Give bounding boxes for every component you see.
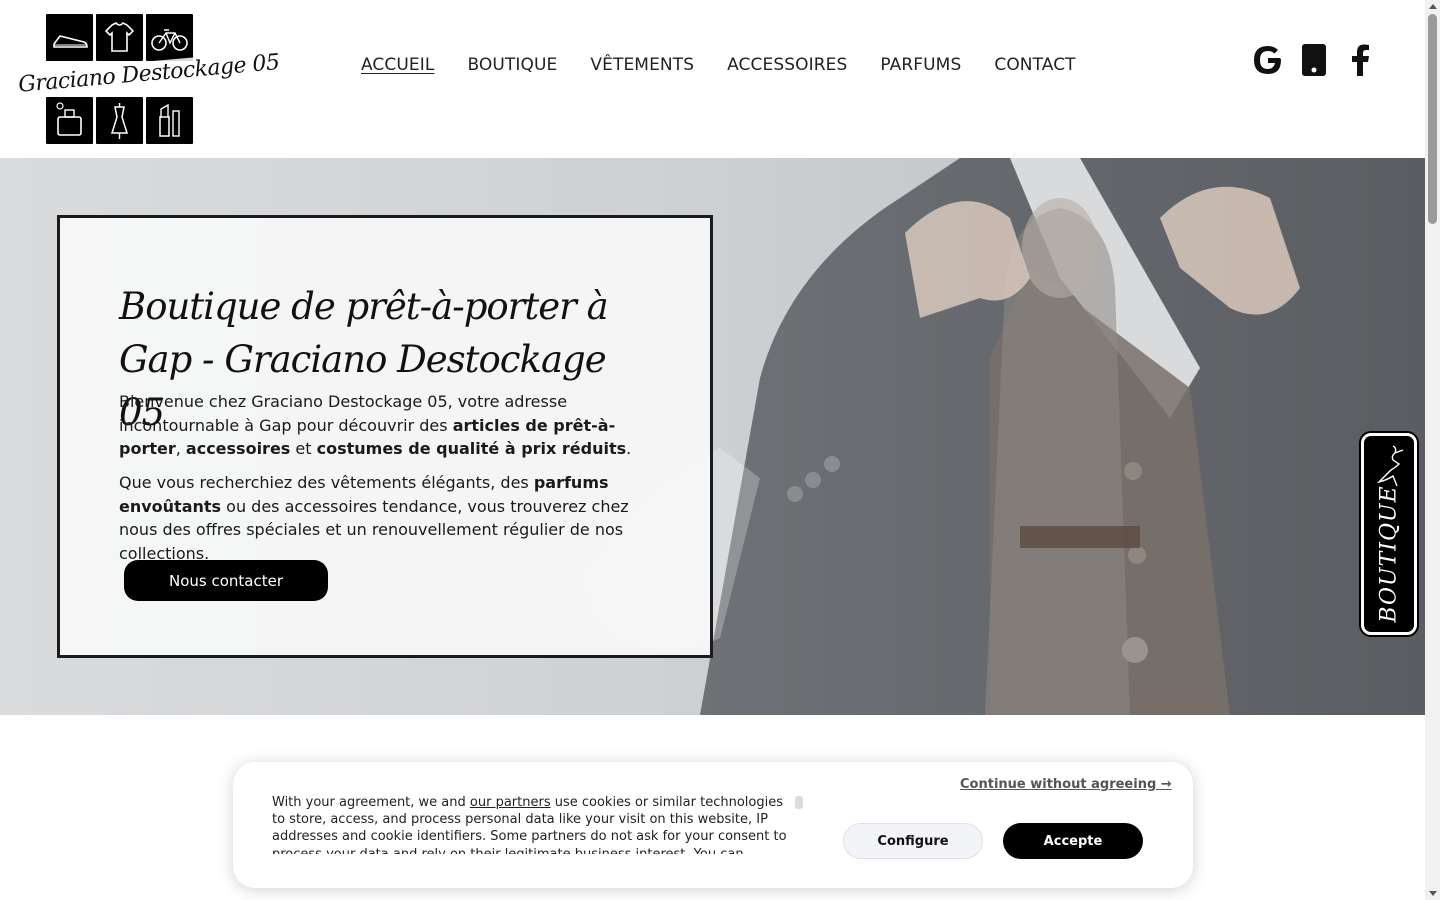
- hero-offers-paragraph: Que vous recherchiez des vêtements éléga…: [119, 473, 629, 563]
- page-scrollbar[interactable]: [1425, 0, 1440, 900]
- nav-item-contact[interactable]: CONTACT: [994, 55, 1075, 75]
- scrollbar-thumb[interactable]: [1428, 14, 1437, 224]
- main-navigation: ACCUEIL BOUTIQUE VÊTEMENTS ACCESSOIRES P…: [361, 55, 1109, 75]
- side-tab-label: BOUTIQUE: [1376, 485, 1402, 623]
- brand-logo[interactable]: Graciano Destockage 05: [17, 12, 281, 146]
- brand-name: Graciano Destockage 05: [17, 50, 281, 98]
- page: Graciano Destockage 05 ACCUEIL BOUTIQUE …: [0, 0, 1440, 900]
- hero-section: Boutique de prêt-à-porter à Gap - Gracia…: [0, 158, 1425, 715]
- scroll-down-arrow-icon[interactable]: [1429, 891, 1437, 896]
- perfume-bottle-icon: [46, 97, 93, 144]
- hero-intro-paragraph: Bienvenue chez Graciano Destockage 05, v…: [119, 392, 632, 458]
- facebook-icon[interactable]: [1342, 42, 1378, 78]
- cookie-consent-text: With your agreement, we and our partners…: [272, 795, 787, 854]
- hero-card: Boutique de prêt-à-porter à Gap - Gracia…: [57, 215, 713, 658]
- cookie-consent-banner: With your agreement, we and our partners…: [233, 762, 1193, 888]
- contact-us-button[interactable]: Nous contacter: [124, 560, 328, 601]
- cookie-text-scroll-indicator[interactable]: [795, 796, 803, 809]
- site-header: Graciano Destockage 05 ACCUEIL BOUTIQUE …: [0, 0, 1425, 158]
- nav-item-vetements[interactable]: VÊTEMENTS: [590, 55, 694, 75]
- google-icon[interactable]: [1250, 42, 1286, 78]
- configure-cookies-button[interactable]: Configure: [843, 823, 983, 859]
- nav-item-accessoires[interactable]: ACCESSOIRES: [727, 55, 847, 75]
- lipstick-icon: [146, 97, 193, 144]
- scroll-up-arrow-icon[interactable]: [1429, 4, 1437, 9]
- tshirt-icon: [96, 14, 143, 61]
- mobile-phone-icon[interactable]: [1296, 42, 1332, 78]
- dress-mannequin-icon: [96, 97, 143, 144]
- social-links: [1250, 42, 1378, 78]
- nav-item-boutique[interactable]: BOUTIQUE: [467, 55, 557, 75]
- partners-link[interactable]: our partners: [470, 795, 551, 810]
- sneaker-icon: [46, 14, 93, 61]
- nav-item-parfums[interactable]: PARFUMS: [880, 55, 961, 75]
- accept-cookies-button[interactable]: Accepte: [1003, 823, 1143, 859]
- boutique-side-tab[interactable]: BOUTIQUE: [1361, 433, 1417, 635]
- nav-item-accueil[interactable]: ACCUEIL: [361, 55, 434, 75]
- continue-without-agreeing-link[interactable]: Continue without agreeing →: [960, 777, 1172, 792]
- bicycle-icon: [146, 14, 193, 61]
